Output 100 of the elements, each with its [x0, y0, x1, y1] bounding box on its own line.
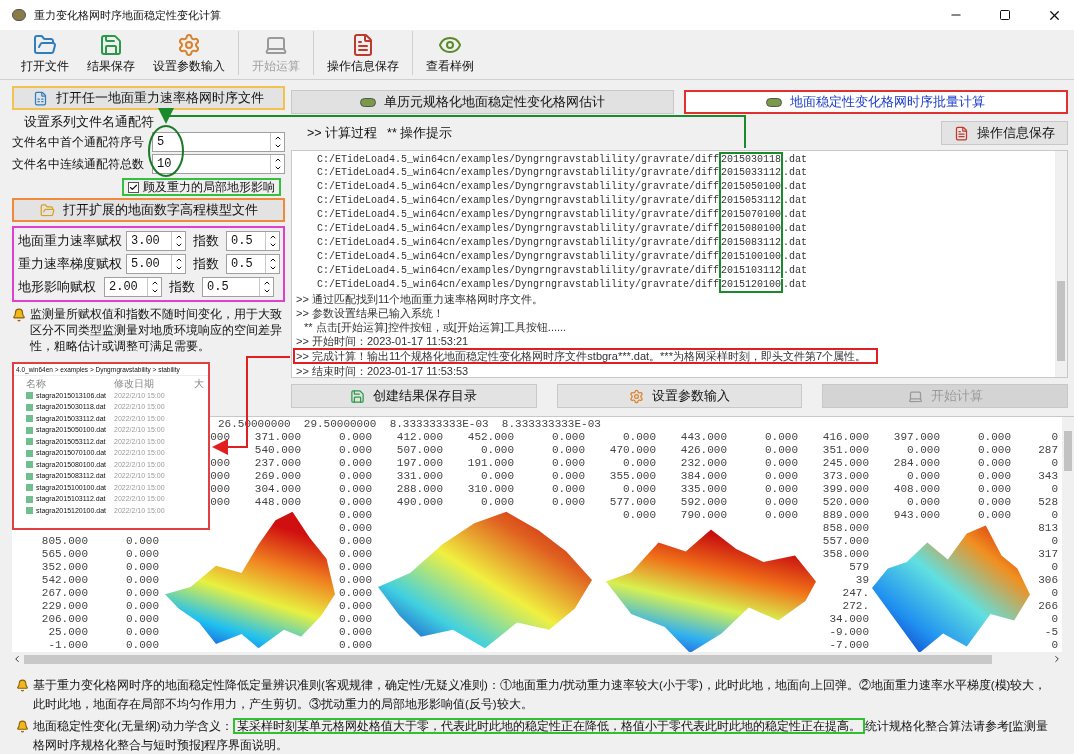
toolbar-button[interactable]: 查看样例 — [417, 33, 483, 79]
spin-box[interactable]: 3.00 — [126, 231, 186, 251]
spin-box[interactable]: 5.00 — [126, 254, 186, 274]
grid-cell: 577.000 — [609, 496, 656, 508]
grid-cell: 507.000 — [396, 444, 443, 456]
spin-box[interactable]: 10 — [152, 154, 285, 174]
scroll-right-icon[interactable] — [1052, 654, 1062, 664]
log-line: C:/ETideLoad4.5_win64cn/examples/Dyngrngravstablility/gravrate/diff2015053112.dat — [317, 194, 808, 208]
grid-cell: -9.000 — [829, 626, 869, 638]
grid-cell: 0.000 — [765, 457, 798, 469]
grid-cell: 0.000 — [126, 600, 159, 612]
grid-cell: 0.000 — [339, 522, 372, 534]
grid-cell: 0.000 — [765, 470, 798, 482]
mode-tab[interactable]: 单历元规格化地面稳定性变化格网估计 — [291, 90, 674, 114]
action-button[interactable]: 设置参数输入 — [556, 384, 803, 408]
maximize-icon[interactable] — [999, 9, 1011, 21]
grid-cell: 0 — [1051, 561, 1058, 573]
grid-cell: 000 — [210, 431, 230, 443]
grid-cell: 0.000 — [623, 509, 656, 521]
grid-cell: 0.000 — [552, 470, 585, 482]
terrain-checkbox[interactable]: 顾及重力的局部地形影响 — [122, 178, 281, 196]
grid-cell: 540.000 — [254, 444, 301, 456]
grid-cell: 245.000 — [822, 457, 869, 469]
spin-box[interactable]: 2.00 — [104, 277, 162, 297]
scrollbar[interactable] — [1055, 151, 1067, 377]
grid-cell: 0.000 — [339, 639, 372, 651]
grid-cell: 266 — [1038, 600, 1058, 612]
checkbox-icon — [128, 181, 139, 193]
toolbar-button[interactable]: 操作信息保存 — [318, 33, 408, 79]
grid-cell: 0.000 — [481, 444, 514, 456]
log-line: >> 开始时间：2023-01-17 11:53:21 — [296, 334, 470, 348]
grid-cell: 0.000 — [765, 483, 798, 495]
bell-icon — [16, 679, 29, 692]
spin-box[interactable]: 0.5 — [202, 277, 274, 297]
grid-cell: 542.000 — [41, 574, 88, 586]
action-button[interactable]: 打开任一地面重力速率格网时序文件 — [12, 86, 285, 110]
grid-cell: 0.000 — [339, 457, 372, 469]
grid-cell: 206.000 — [41, 613, 88, 625]
action-button[interactable]: 打开扩展的地面数字高程模型文件 — [12, 198, 285, 222]
action-button[interactable]: 创建结果保存目录 — [291, 384, 537, 408]
grid-cell: 237.000 — [254, 457, 301, 469]
field-label: 地面重力速率赋权 — [18, 232, 122, 250]
grid-cell: 355.000 — [609, 470, 656, 482]
grid-cell: 000 — [210, 483, 230, 495]
grid-cell: 0.000 — [552, 431, 585, 443]
grid-cell: 0 — [1051, 509, 1058, 521]
grid-cell: 399.000 — [822, 483, 869, 495]
toolbar-button[interactable]: 设置参数输入 — [144, 33, 234, 79]
grid-cell: 247. — [842, 587, 869, 599]
grid-cell: 0 — [1051, 431, 1058, 443]
scroll-left-icon[interactable] — [12, 654, 22, 664]
grid-cell: 0.000 — [481, 496, 514, 508]
log-hint: ** 操作提示 — [387, 124, 453, 142]
spin-box[interactable]: 5 — [152, 132, 285, 152]
grid-cell: 0.000 — [978, 444, 1011, 456]
grid-cell: 408.000 — [893, 483, 940, 495]
grid-cell: 0.000 — [339, 535, 372, 547]
grid-cell: 0.000 — [339, 444, 372, 456]
gear-icon — [629, 388, 644, 404]
grid-cell: 0.000 — [765, 496, 798, 508]
grid-cell: 331.000 — [396, 470, 443, 482]
grid-cell: 232.000 — [680, 457, 727, 469]
grid-cell: 288.000 — [396, 483, 443, 495]
spin-box[interactable]: 0.5 — [226, 254, 280, 274]
grid-cell: 267.000 — [41, 587, 88, 599]
grid-cell: 790.000 — [680, 509, 727, 521]
spin-box[interactable]: 0.5 — [226, 231, 280, 251]
log-line: C:/ETideLoad4.5_win64cn/examples/Dyngrngravstablility/gravrate/diff2015050100.dat — [317, 180, 808, 194]
log-line: C:/ETideLoad4.5_win64cn/examples/Dyngrngravstablility/gravrate/diff2015030118.dat — [317, 152, 808, 166]
grid-cell: 592.000 — [680, 496, 727, 508]
action-button[interactable]: 操作信息保存 — [941, 121, 1068, 145]
column-header: 修改日期 — [114, 376, 155, 391]
grid-cell: -1.000 — [48, 639, 88, 651]
grid-cell: 426.000 — [680, 444, 727, 456]
grid-cell: 397.000 — [893, 431, 940, 443]
grid-cell: 0 — [1051, 613, 1058, 625]
grid-cell: 0.000 — [339, 561, 372, 573]
grid-cell: 0.000 — [907, 444, 940, 456]
grid-cell: 343 — [1038, 470, 1058, 482]
grid-cell: 269.000 — [254, 470, 301, 482]
vertical-scrollbar[interactable] — [1062, 417, 1074, 666]
field-label: 指数 — [192, 255, 220, 273]
grid-cell: 0.000 — [126, 587, 159, 599]
grid-cell: -5 — [1044, 626, 1058, 638]
grid-cell: 0.000 — [339, 431, 372, 443]
grid-cell: 0.000 — [339, 470, 372, 482]
note-text: 地面稳定性变化(无量纲)动力学含义： 某采样时刻某单元格网处格值大于零，代表此时此地的稳定性正在降低，格值小于零代表此时此地的稳定性正在提高。 统计规格化整合算法请参考[监测量格网时序规格化整合与短时预报]程序界面说明。 — [33, 717, 1049, 753]
note-text: 监测量所赋权值和指数不随时间变化，用于大致区分不同类型监测量对地质环境响应的空间差异性，粗略估计或调整可满足需要。 — [30, 306, 283, 354]
grid-cell: 0.000 — [623, 431, 656, 443]
column-header: 名称 — [26, 376, 47, 391]
log-title: >> 计算过程 — [307, 124, 378, 142]
grid-cell: 858.000 — [822, 522, 869, 534]
field-label: 文件名中连续通配符总数 — [12, 156, 145, 173]
grid-cell: 272. — [842, 600, 869, 612]
grid-cell: 0.000 — [339, 574, 372, 586]
mode-tab[interactable]: 地面稳定性变化格网时序批量计算 — [683, 90, 1068, 114]
toolbar-button[interactable]: 打开文件 — [12, 33, 78, 79]
grid-cell: 416.000 — [822, 431, 869, 443]
grid-cell: 229.000 — [41, 600, 88, 612]
toolbar-button[interactable]: 结果保存 — [78, 33, 144, 79]
